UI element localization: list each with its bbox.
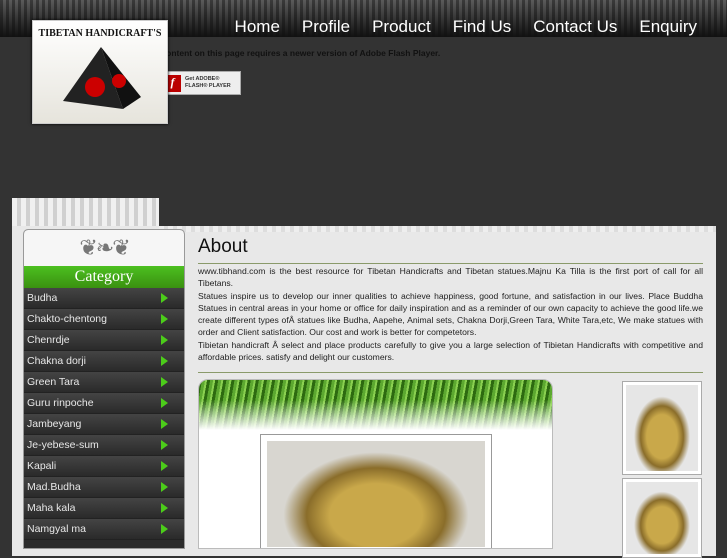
sidebar-item-label: Chakna dorji (27, 355, 86, 367)
arrow-right-icon (161, 419, 168, 429)
sidebar-item[interactable]: Budha (24, 288, 184, 309)
sidebar-item[interactable]: Chakto-chentong (24, 309, 184, 330)
nav-contact-us[interactable]: Contact Us (533, 17, 617, 37)
sidebar-item[interactable]: Chakna dorji (24, 351, 184, 372)
sidebar-item-label: Jambeyang (27, 418, 82, 430)
logo[interactable]: TIBETAN HANDICRAFT'S (32, 20, 168, 124)
sidebar-item-label: Green Tara (27, 376, 80, 388)
arrow-right-icon (161, 482, 168, 492)
arrow-right-icon (161, 335, 168, 345)
flash-line2: FLASH® PLAYER (185, 83, 231, 89)
product-banner (198, 379, 553, 549)
buddha-thumbnail-image (626, 482, 698, 554)
flourish-ornament-icon: ❦❧❦ (24, 230, 184, 266)
buddha-statue-image (267, 441, 485, 547)
sidebar-item-label: Maha kala (27, 502, 76, 514)
sidebar-item[interactable]: Maha kala (24, 498, 184, 519)
arrow-right-icon (161, 356, 168, 366)
arrow-right-icon (161, 503, 168, 513)
arrow-right-icon (161, 524, 168, 534)
logo-text: TIBETAN HANDICRAFT'S (38, 28, 162, 39)
sidebar-item[interactable]: Mad.Budha (24, 477, 184, 498)
about-paragraph: Statues inspire us to develop our inner … (198, 290, 703, 338)
sidebar-item[interactable]: Guru rinpoche (24, 393, 184, 414)
arrow-right-icon (161, 314, 168, 324)
sidebar-item-label: Mad.Budha (27, 481, 81, 493)
sidebar-item-label: Je-yebese-sum (27, 439, 99, 451)
nav-home[interactable]: Home (235, 17, 280, 37)
featured-image-frame[interactable] (260, 434, 492, 548)
sidebar-item[interactable]: Jambeyang (24, 414, 184, 435)
divider (198, 263, 703, 264)
sidebar-item-label: Budha (27, 292, 58, 304)
pyramid-icon (63, 47, 141, 109)
sidebar-item[interactable]: Kapali (24, 456, 184, 477)
sidebar-item-label: Kapali (27, 460, 57, 472)
thumbnail[interactable] (622, 478, 702, 558)
nav-enquiry[interactable]: Enquiry (639, 17, 697, 37)
arrow-right-icon (161, 398, 168, 408)
arrow-right-icon (161, 440, 168, 450)
sidebar-item[interactable]: Je-yebese-sum (24, 435, 184, 456)
flash-message: Content on this page requires a newer ve… (160, 48, 441, 58)
sidebar-item[interactable]: Green Tara (24, 372, 184, 393)
sidebar-item-label: Chenrdje (27, 334, 70, 346)
about-text: www.tibhand.com is the best resource for… (198, 265, 703, 363)
page-title: About (198, 236, 248, 257)
nav-find-us[interactable]: Find Us (453, 17, 512, 37)
sidebar-item-label: Namgyal ma (27, 523, 86, 535)
buddha-thumbnail-image (626, 385, 698, 471)
sidebar-item[interactable]: Namgyal ma (24, 519, 184, 540)
arrow-right-icon (161, 377, 168, 387)
panel-top-stripe (159, 226, 716, 232)
divider (198, 372, 703, 373)
nav-product[interactable]: Product (372, 17, 431, 37)
sidebar-item-label: Chakto-chentong (27, 313, 107, 325)
main-nav: Home Profile Product Find Us Contact Us … (235, 17, 697, 37)
arrow-right-icon (161, 293, 168, 303)
arrow-right-icon (161, 461, 168, 471)
about-paragraph: Tibietan handicraft Â select and place p… (198, 339, 703, 363)
category-title: Category (24, 266, 184, 288)
about-paragraph: www.tibhand.com is the best resource for… (198, 266, 703, 289)
nav-profile[interactable]: Profile (302, 17, 350, 37)
get-flash-button[interactable]: f Get ADOBE® FLASH® PLAYER (160, 71, 241, 95)
sidebar-item-label: Guru rinpoche (27, 397, 94, 409)
category-sidebar: ❦❧❦ Category Budha Chakto-chentong Chenrdj… (23, 229, 185, 549)
panel-tab (12, 198, 159, 228)
grass-decoration (199, 380, 552, 430)
flash-line1: Get ADOBE® (185, 76, 220, 82)
sidebar-item[interactable]: Chenrdje (24, 330, 184, 351)
thumbnail[interactable] (622, 381, 702, 475)
